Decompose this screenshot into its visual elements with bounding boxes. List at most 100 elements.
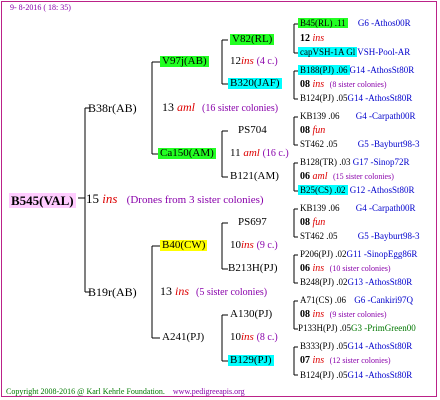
gen2-mark-1: ins xyxy=(241,55,254,67)
gen4-b-7: G4 -Carpath00R xyxy=(355,111,416,121)
gen2-num-1: 12 xyxy=(230,55,241,67)
gen2-mark-2: aml xyxy=(243,147,260,159)
gen4-a-12: B25(CS) .02 xyxy=(298,185,348,195)
gen4-b-13: G4 -Carpath00R xyxy=(355,203,416,213)
gen4-b-8: fun xyxy=(312,125,326,136)
gen4-a-18: B248(PJ) .02 xyxy=(300,277,348,287)
gen4-b-15: G5 -Bayburt98-3 xyxy=(357,231,420,241)
footer: Copyright 2008-2016 @ Karl Kehrle Founda… xyxy=(6,388,245,396)
root-drone-info: 15 ins (Drones from 3 sister colonies) xyxy=(86,192,264,206)
root-note: (Drones from 3 sister colonies) xyxy=(126,194,264,206)
gen4-b-10: G17 -Sinop72R xyxy=(352,157,410,167)
dam-num: 13 xyxy=(160,284,172,298)
gen4-a-17: 06 xyxy=(300,263,310,274)
root-mark: ins xyxy=(102,191,118,206)
gen4-b-4: G14 -AthosSt80R xyxy=(349,65,415,75)
gen2-mark-3: ins xyxy=(241,239,254,251)
gen3-node-5: PS697 xyxy=(238,216,267,228)
gen3-node-2: B320(JAF) xyxy=(228,77,282,89)
gen4-a-15: ST462 .05 xyxy=(300,231,338,241)
gen2-info-2: 11 aml (16 c.) xyxy=(230,148,289,159)
gen4-c-20: (9 sister colonies) xyxy=(329,310,387,319)
gen2-info-1: 12ins (4 c.) xyxy=(230,56,278,67)
gen4-row-22: B333(PJ) .05G14 -AthosSt80R xyxy=(300,342,412,351)
gen4-b-9: G5 -Bayburt98-3 xyxy=(357,139,420,149)
gen4-row-23: 07 ins (12 sister colonies) xyxy=(300,356,391,366)
gen4-a-22: B333(PJ) .05 xyxy=(300,341,348,351)
gen4-row-12: B25(CS) .02 G12 -AthosSt80R xyxy=(298,185,415,195)
gen2-node-2: Ca150(AM) xyxy=(158,147,216,159)
gen4-b-6: G14 -AthosSt80R xyxy=(347,93,413,103)
sire-name: B38r(AB) xyxy=(88,101,137,115)
gen2-node-4: A241(PJ) xyxy=(162,331,205,343)
gen4-row-3: capVSH-1A Gl VSH-Pool-AR xyxy=(298,47,410,57)
gen4-b-19: G6 -Cankiri97Q xyxy=(354,295,414,305)
gen4-b-14: fun xyxy=(312,217,326,228)
gen4-a-1: B45(RL) .11 xyxy=(298,18,348,28)
gen4-row-13: KB139 .06 G4 -Carpath00R xyxy=(300,204,416,213)
root-num: 15 xyxy=(86,191,99,206)
gen4-c-23: (12 sister colonies) xyxy=(329,356,391,365)
gen2-node-1: V97j(AB) xyxy=(160,55,209,67)
gen4-row-17: 06 ins (10 sister colonies) xyxy=(300,264,391,274)
gen2-mark-4: ins xyxy=(241,331,254,343)
gen4-a-16: P206(PJ) .02 xyxy=(300,249,347,259)
gen4-row-24: B124(PJ) .05G14 -AthosSt80R xyxy=(300,371,412,380)
sire-note: (16 sister colonies) xyxy=(202,103,279,114)
gen4-a-5: 08 xyxy=(300,79,310,90)
gen4-row-19: A71(CS) .06 G6 -Cankiri97Q xyxy=(300,296,413,305)
gen4-row-16: P206(PJ) .02G11 -SinopEgg86R xyxy=(300,250,417,259)
gen4-row-18: B248(PJ) .02G13 -AthosSt80R xyxy=(300,278,412,287)
gen4-b-12: G12 -AthosSt80R xyxy=(349,185,415,195)
gen3-node-4: B121(AM) xyxy=(230,170,279,182)
root-name: B545(VAL) xyxy=(9,193,76,208)
gen4-b-24: G14 -AthosSt80R xyxy=(347,370,413,380)
sire-num: 13 xyxy=(162,100,174,114)
gen4-b-11: aml xyxy=(312,171,328,182)
gen4-a-14: 08 xyxy=(300,217,310,228)
footer-copyright: Copyright 2008-2016 @ Karl Kehrle Founda… xyxy=(6,387,165,396)
gen4-b-18: G13 -AthosSt80R xyxy=(347,277,413,287)
gen4-row-21: P133H(PJ) .05G3 -PrimGreen00 xyxy=(298,324,416,333)
sire-mark: aml xyxy=(177,100,195,114)
gen4-c-17: (10 sister colonies) xyxy=(329,264,391,273)
gen2-note-3: (9 c.) xyxy=(256,240,278,251)
gen4-b-1: G6 -Athos00R xyxy=(357,18,411,28)
gen4-row-7: KB139 .06 G4 -Carpath00R xyxy=(300,112,416,121)
gen4-a-4: B188(PJ) .06 xyxy=(298,65,350,75)
dam-name: B19r(AB) xyxy=(88,285,137,299)
gen4-b-2: ins xyxy=(312,33,325,44)
gen3-node-3: PS704 xyxy=(238,124,267,136)
gen2-info-3: 10ins (9 c.) xyxy=(230,240,278,251)
sire-drone-info: 13 aml (16 sister colonies) xyxy=(162,101,278,114)
gen2-note-4: (8 c.) xyxy=(256,332,278,343)
gen4-row-11: 06 aml (15 sister colonies) xyxy=(300,172,394,182)
gen4-a-24: B124(PJ) .05 xyxy=(300,370,348,380)
gen4-a-8: 08 xyxy=(300,125,310,136)
dam-drone-info: 13 ins (5 sister colonies) xyxy=(160,285,267,298)
gen4-row-5: 08 ins (8 sister colonies) xyxy=(300,80,387,90)
gen2-note-1: (4 c.) xyxy=(256,56,278,67)
gen4-a-10: B128(TR) .03 xyxy=(300,157,351,167)
gen4-c-11: (15 sister colonies) xyxy=(333,172,394,181)
footer-url[interactable]: www.pedigreeapis.org xyxy=(173,387,245,396)
gen4-a-9: ST462 .05 xyxy=(300,139,338,149)
gen2-note-2: (16 c.) xyxy=(262,148,289,159)
gen3-node-1: V82(RL) xyxy=(230,33,275,45)
gen2-num-3: 10 xyxy=(230,239,241,251)
root-queen: B545(VAL) xyxy=(9,192,76,208)
gen4-row-9: ST462 .05 G5 -Bayburt98-3 xyxy=(300,140,420,149)
gen4-row-14: 08 fun xyxy=(300,218,325,228)
gen4-a-20: 08 xyxy=(300,309,310,320)
gen4-b-23: ins xyxy=(312,355,325,366)
gen4-row-8: 08 fun xyxy=(300,126,325,136)
dam-mark: ins xyxy=(175,284,190,298)
gen4-row-2: 12 ins xyxy=(300,34,324,44)
gen4-a-6: B124(PJ) .05 xyxy=(300,93,348,103)
dam-note: (5 sister colonies) xyxy=(196,287,268,298)
gen4-a-23: 07 xyxy=(300,355,310,366)
gen4-b-5: ins xyxy=(312,79,325,90)
gen2-info-4: 10ins (8 c.) xyxy=(230,332,278,343)
gen4-b-22: G14 -AthosSt80R xyxy=(347,341,413,351)
gen4-b-17: ins xyxy=(312,263,325,274)
